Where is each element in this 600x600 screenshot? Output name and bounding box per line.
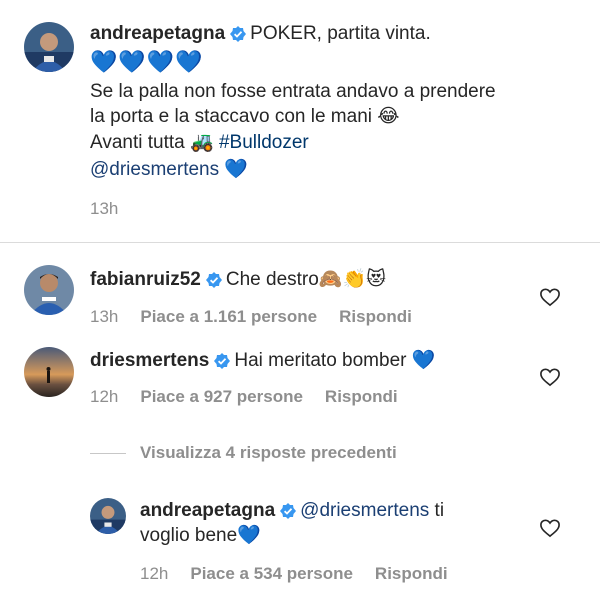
comment-1-meta: 13h Piace a 1.161 persone Rispondi bbox=[90, 307, 434, 327]
caption-divider bbox=[0, 242, 600, 243]
post-caption-line-4: Avanti tutta 🚜 #Bulldozer bbox=[90, 131, 309, 155]
verified-badge-icon bbox=[214, 353, 231, 369]
avatar-image bbox=[24, 347, 74, 397]
reply-mention-link[interactable]: @driesmertens bbox=[300, 500, 429, 521]
comment-2-username[interactable]: driesmertens bbox=[90, 350, 209, 371]
avatar-image bbox=[90, 498, 126, 534]
comment-2-likes[interactable]: Piace a 927 persone bbox=[140, 387, 303, 406]
reply-body-line-2: voglio bene💙 bbox=[140, 524, 261, 548]
comment-2-timestamp: 12h bbox=[90, 387, 119, 406]
reply-text-b: voglio bene bbox=[140, 525, 238, 546]
post-caption-line-5: @driesmertens 💙 bbox=[90, 158, 248, 182]
reply-emoji: 💙 bbox=[237, 525, 261, 546]
replies-divider-line bbox=[90, 453, 126, 454]
post-caption-text: POKER, partita vinta. bbox=[250, 23, 431, 44]
comment-1-text: Che destro bbox=[225, 269, 319, 290]
post-caption-line-1: andreapetagna POKER, partita vinta. bbox=[90, 22, 431, 46]
comment-1-body: fabianruiz52 Che destro🙈👏😻 bbox=[90, 268, 386, 292]
laughing-emoji: 😂 bbox=[377, 106, 400, 127]
reply-text-a: ti bbox=[434, 500, 445, 521]
comment-2-like-icon[interactable] bbox=[539, 367, 561, 387]
avatar-image bbox=[24, 22, 74, 72]
verified-badge-icon bbox=[205, 272, 222, 288]
post-username[interactable]: andreapetagna bbox=[90, 23, 225, 44]
avatar-fabianruiz52[interactable] bbox=[24, 265, 74, 315]
blue-heart-emoji: 💙 bbox=[224, 159, 249, 180]
post-caption-line-4-text: Avanti tutta bbox=[90, 132, 185, 153]
hashtag-link[interactable]: #Bulldozer bbox=[219, 132, 309, 153]
reply-likes[interactable]: Piace a 534 persone bbox=[190, 564, 353, 583]
mention-link[interactable]: @driesmertens bbox=[90, 159, 219, 180]
reply-body-line-1: andreapetagna @driesmertens ti bbox=[140, 499, 444, 523]
reply-meta: 12h Piace a 534 persone Rispondi bbox=[140, 564, 470, 584]
reply-like-icon[interactable] bbox=[539, 518, 561, 538]
post-hearts: 💙💙💙💙 bbox=[90, 49, 204, 74]
verified-badge-icon bbox=[280, 503, 297, 519]
comment-1-reply-button[interactable]: Rispondi bbox=[339, 307, 412, 326]
comment-2-reply-button[interactable]: Rispondi bbox=[325, 387, 398, 406]
post-caption-line-2: Se la palla non fosse entrata andavo a p… bbox=[90, 81, 496, 102]
avatar-driesmertens[interactable] bbox=[24, 347, 74, 397]
reply-username[interactable]: andreapetagna bbox=[140, 500, 275, 521]
verified-badge-icon bbox=[230, 26, 247, 42]
comment-1-timestamp: 13h bbox=[90, 307, 119, 326]
post-caption-line-3-text: la porta e la staccavo con le mani bbox=[90, 106, 372, 127]
post-timestamp: 13h bbox=[90, 199, 119, 218]
comment-1-username[interactable]: fabianruiz52 bbox=[90, 269, 201, 290]
reply-reply-button[interactable]: Rispondi bbox=[375, 564, 448, 583]
avatar-andreapetagna[interactable] bbox=[24, 22, 74, 72]
tractor-emoji: 🚜 bbox=[190, 132, 214, 153]
comment-1-emojis: 🙈👏😻 bbox=[318, 269, 386, 290]
comment-2-meta: 12h Piace a 927 persone Rispondi bbox=[90, 387, 420, 407]
avatar-andreapetagna-reply[interactable] bbox=[90, 498, 126, 534]
comment-1-like-icon[interactable] bbox=[539, 287, 561, 307]
comment-2-emojis: 💙 bbox=[411, 350, 436, 371]
view-previous-replies-button[interactable]: Visualizza 4 risposte precedenti bbox=[140, 443, 397, 463]
post-caption-line-3: la porta e la staccavo con le mani 😂 bbox=[90, 105, 399, 129]
comment-2-body: driesmertens Hai meritato bomber 💙 bbox=[90, 349, 435, 373]
comment-1-likes[interactable]: Piace a 1.161 persone bbox=[140, 307, 317, 326]
avatar-image bbox=[24, 265, 74, 315]
reply-timestamp: 12h bbox=[140, 564, 169, 583]
post-meta: 13h bbox=[90, 199, 140, 219]
comment-2-text: Hai meritato bomber bbox=[234, 350, 407, 371]
